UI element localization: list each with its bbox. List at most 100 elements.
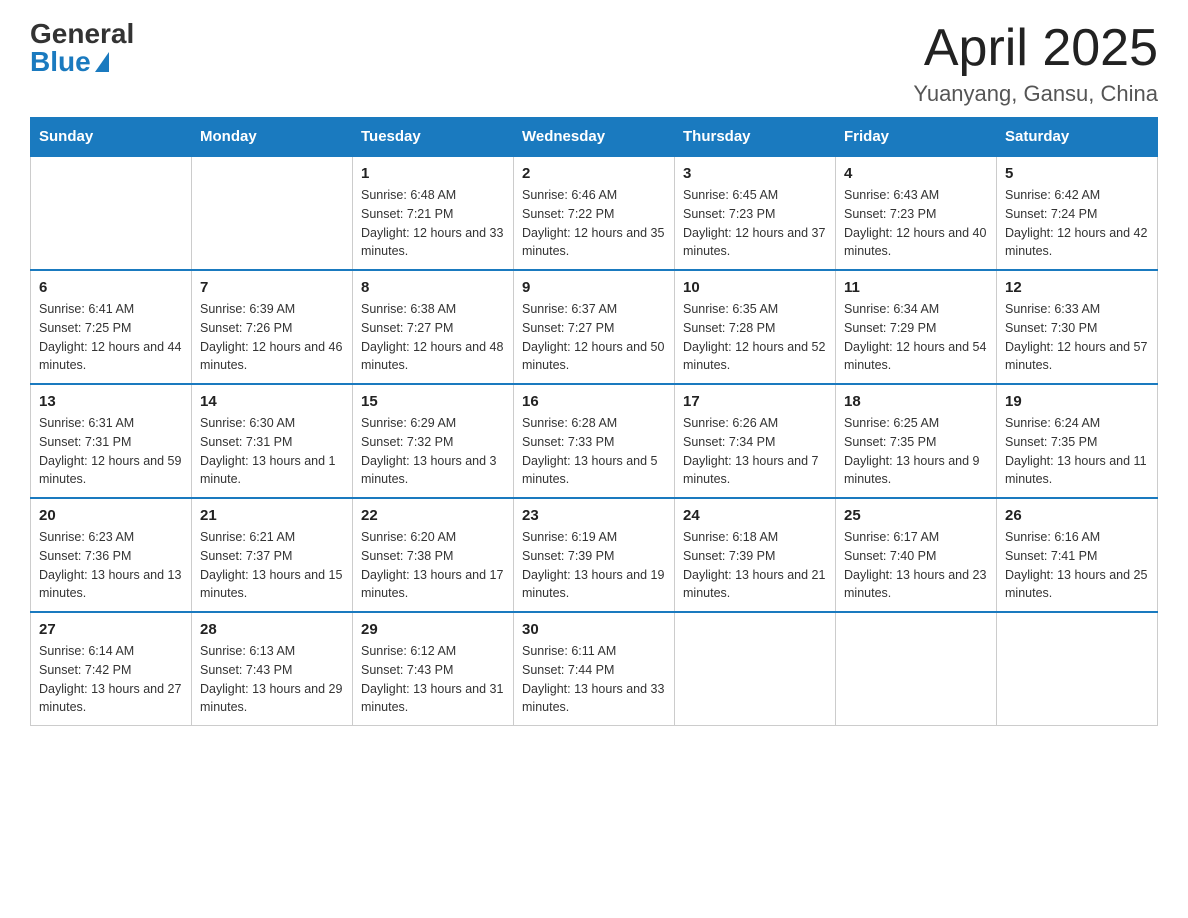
day-info: Sunrise: 6:42 AMSunset: 7:24 PMDaylight:… [1005,186,1149,261]
calendar-cell: 29 Sunrise: 6:12 AMSunset: 7:43 PMDayligh… [353,612,514,726]
calendar-week-row: 13 Sunrise: 6:31 AMSunset: 7:31 PMDayligh… [31,384,1158,498]
day-info: Sunrise: 6:23 AMSunset: 7:36 PMDaylight:… [39,528,183,603]
day-info: Sunrise: 6:21 AMSunset: 7:37 PMDaylight:… [200,528,344,603]
logo-general-text: General [30,20,134,48]
calendar-week-row: 27 Sunrise: 6:14 AMSunset: 7:42 PMDayligh… [31,612,1158,726]
day-number: 22 [361,507,505,524]
day-number: 4 [844,165,988,182]
day-info: Sunrise: 6:16 AMSunset: 7:41 PMDaylight:… [1005,528,1149,603]
day-number: 26 [1005,507,1149,524]
day-number: 11 [844,279,988,296]
calendar-cell: 19 Sunrise: 6:24 AMSunset: 7:35 PMDayligh… [997,384,1158,498]
day-number: 29 [361,621,505,638]
day-info: Sunrise: 6:31 AMSunset: 7:31 PMDaylight:… [39,414,183,489]
calendar-cell: 26 Sunrise: 6:16 AMSunset: 7:41 PMDayligh… [997,498,1158,612]
calendar-header-wednesday: Wednesday [514,118,675,157]
day-number: 8 [361,279,505,296]
calendar-cell: 11 Sunrise: 6:34 AMSunset: 7:29 PMDayligh… [836,270,997,384]
day-number: 28 [200,621,344,638]
day-info: Sunrise: 6:24 AMSunset: 7:35 PMDaylight:… [1005,414,1149,489]
calendar-cell: 24 Sunrise: 6:18 AMSunset: 7:39 PMDayligh… [675,498,836,612]
day-info: Sunrise: 6:30 AMSunset: 7:31 PMDaylight:… [200,414,344,489]
day-info: Sunrise: 6:18 AMSunset: 7:39 PMDaylight:… [683,528,827,603]
calendar-cell: 17Sunrise: 6:26 AMSunset: 7:34 PMDayligh… [675,384,836,498]
day-number: 5 [1005,165,1149,182]
day-number: 2 [522,165,666,182]
calendar-cell: 14 Sunrise: 6:30 AMSunset: 7:31 PMDayligh… [192,384,353,498]
day-number: 14 [200,393,344,410]
day-info: Sunrise: 6:20 AMSunset: 7:38 PMDaylight:… [361,528,505,603]
calendar-cell: 7Sunrise: 6:39 AMSunset: 7:26 PMDaylight… [192,270,353,384]
day-number: 10 [683,279,827,296]
calendar-cell [997,612,1158,726]
calendar-cell: 30Sunrise: 6:11 AMSunset: 7:44 PMDayligh… [514,612,675,726]
day-info: Sunrise: 6:35 AMSunset: 7:28 PMDaylight:… [683,300,827,375]
calendar-header-saturday: Saturday [997,118,1158,157]
calendar-header-tuesday: Tuesday [353,118,514,157]
day-info: Sunrise: 6:41 AMSunset: 7:25 PMDaylight:… [39,300,183,375]
calendar-cell: 20 Sunrise: 6:23 AMSunset: 7:36 PMDayligh… [31,498,192,612]
location-subtitle: Yuanyang, Gansu, China [913,81,1158,107]
calendar-cell: 28 Sunrise: 6:13 AMSunset: 7:43 PMDayligh… [192,612,353,726]
day-info: Sunrise: 6:46 AMSunset: 7:22 PMDaylight:… [522,186,666,261]
day-info: Sunrise: 6:34 AMSunset: 7:29 PMDaylight:… [844,300,988,375]
calendar-cell: 22 Sunrise: 6:20 AMSunset: 7:38 PMDayligh… [353,498,514,612]
day-number: 24 [683,507,827,524]
day-info: Sunrise: 6:43 AMSunset: 7:23 PMDaylight:… [844,186,988,261]
day-info: Sunrise: 6:39 AMSunset: 7:26 PMDaylight:… [200,300,344,375]
day-info: Sunrise: 6:33 AMSunset: 7:30 PMDaylight:… [1005,300,1149,375]
calendar-cell [836,612,997,726]
calendar-cell: 8 Sunrise: 6:38 AMSunset: 7:27 PMDaylight… [353,270,514,384]
calendar-cell: 5 Sunrise: 6:42 AMSunset: 7:24 PMDaylight… [997,156,1158,270]
day-number: 30 [522,621,666,638]
calendar-header-friday: Friday [836,118,997,157]
calendar-header-sunday: Sunday [31,118,192,157]
calendar-cell: 2 Sunrise: 6:46 AMSunset: 7:22 PMDaylight… [514,156,675,270]
day-info: Sunrise: 6:48 AMSunset: 7:21 PMDaylight:… [361,186,505,261]
calendar-cell: 23 Sunrise: 6:19 AMSunset: 7:39 PMDayligh… [514,498,675,612]
calendar-cell: 10 Sunrise: 6:35 AMSunset: 7:28 PMDayligh… [675,270,836,384]
calendar-week-row: 20 Sunrise: 6:23 AMSunset: 7:36 PMDayligh… [31,498,1158,612]
calendar-cell: 1Sunrise: 6:48 AMSunset: 7:21 PMDaylight… [353,156,514,270]
day-info: Sunrise: 6:26 AMSunset: 7:34 PMDaylight:… [683,414,827,489]
calendar-header-thursday: Thursday [675,118,836,157]
day-number: 27 [39,621,183,638]
calendar-week-row: 6Sunrise: 6:41 AMSunset: 7:25 PMDaylight… [31,270,1158,384]
day-number: 13 [39,393,183,410]
calendar-cell [675,612,836,726]
calendar-cell: 18 Sunrise: 6:25 AMSunset: 7:35 PMDayligh… [836,384,997,498]
day-number: 20 [39,507,183,524]
day-info: Sunrise: 6:45 AMSunset: 7:23 PMDaylight:… [683,186,827,261]
calendar-cell: 6Sunrise: 6:41 AMSunset: 7:25 PMDaylight… [31,270,192,384]
day-number: 19 [1005,393,1149,410]
day-info: Sunrise: 6:37 AMSunset: 7:27 PMDaylight:… [522,300,666,375]
calendar-cell: 21 Sunrise: 6:21 AMSunset: 7:37 PMDayligh… [192,498,353,612]
day-number: 23 [522,507,666,524]
calendar-cell: 25Sunrise: 6:17 AMSunset: 7:40 PMDayligh… [836,498,997,612]
day-info: Sunrise: 6:25 AMSunset: 7:35 PMDaylight:… [844,414,988,489]
page-header: General Blue April 2025 Yuanyang, Gansu,… [30,20,1158,107]
day-info: Sunrise: 6:12 AMSunset: 7:43 PMDaylight:… [361,642,505,717]
day-number: 9 [522,279,666,296]
day-number: 16 [522,393,666,410]
day-info: Sunrise: 6:19 AMSunset: 7:39 PMDaylight:… [522,528,666,603]
calendar-cell: 27 Sunrise: 6:14 AMSunset: 7:42 PMDayligh… [31,612,192,726]
logo-triangle-icon [95,52,109,72]
calendar-header-row: SundayMondayTuesdayWednesdayThursdayFrid… [31,118,1158,157]
calendar-cell: 16Sunrise: 6:28 AMSunset: 7:33 PMDayligh… [514,384,675,498]
day-number: 18 [844,393,988,410]
day-info: Sunrise: 6:13 AMSunset: 7:43 PMDaylight:… [200,642,344,717]
day-number: 3 [683,165,827,182]
calendar-cell: 4 Sunrise: 6:43 AMSunset: 7:23 PMDaylight… [836,156,997,270]
day-number: 15 [361,393,505,410]
logo: General Blue [30,20,134,76]
day-number: 21 [200,507,344,524]
day-number: 12 [1005,279,1149,296]
day-info: Sunrise: 6:14 AMSunset: 7:42 PMDaylight:… [39,642,183,717]
calendar-table: SundayMondayTuesdayWednesdayThursdayFrid… [30,117,1158,726]
day-number: 25 [844,507,988,524]
calendar-cell [192,156,353,270]
day-info: Sunrise: 6:29 AMSunset: 7:32 PMDaylight:… [361,414,505,489]
day-info: Sunrise: 6:38 AMSunset: 7:27 PMDaylight:… [361,300,505,375]
calendar-cell: 15 Sunrise: 6:29 AMSunset: 7:32 PMDayligh… [353,384,514,498]
